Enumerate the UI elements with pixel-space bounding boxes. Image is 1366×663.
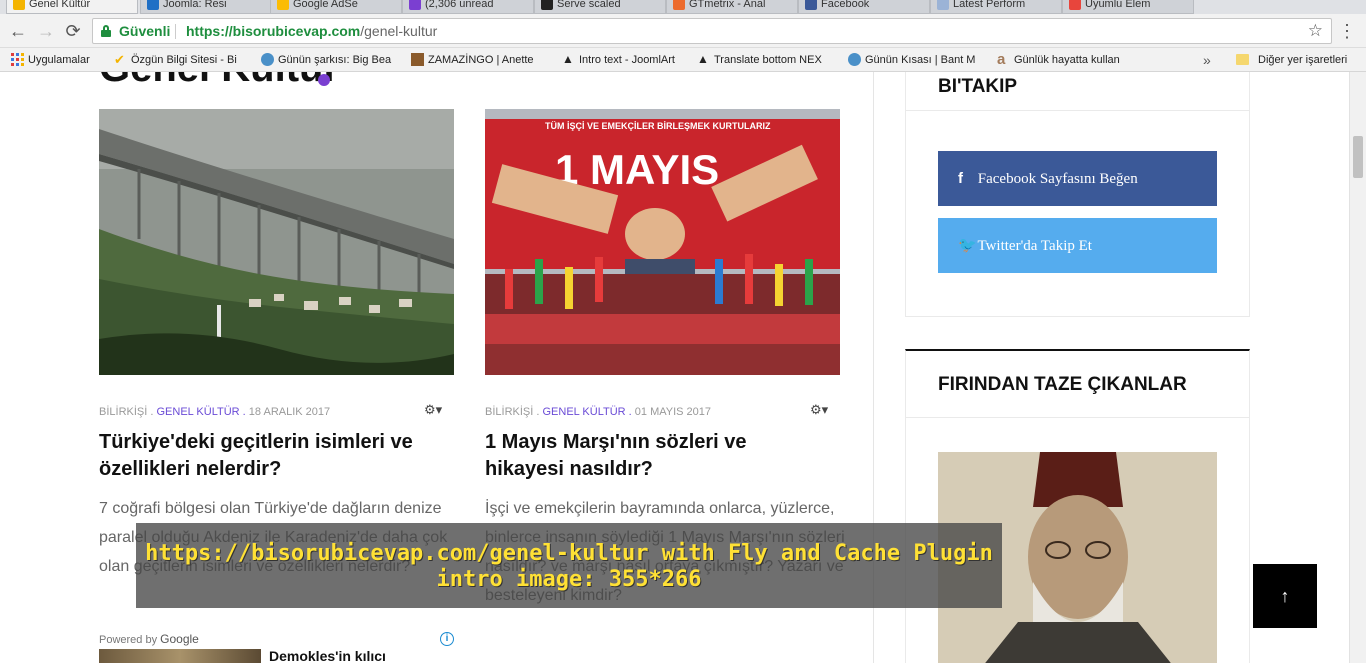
bookmark-ozgun-bilgi[interactable]: ✔ Özgün Bilgi Sitesi - Bi [114,48,246,72]
article-meta: BİLİRKİŞİ . GENEL KÜLTÜR . 01 MAYIS 2017 [485,406,711,418]
title-dot-decoration [318,74,330,86]
follow-widget-title: BI'TAKIP [906,72,1249,111]
bookmark-star-icon[interactable]: ☆ [1308,19,1323,43]
article-options-gear-icon[interactable]: ⚙▾ [424,402,442,418]
tab-serve-scaled[interactable]: Serve scaled [534,0,666,14]
fresh-posts-widget: FIRINDAN TAZE ÇIKANLAR [905,349,1250,663]
bant-mag-icon [848,53,861,66]
ad-info-icon[interactable]: i [440,632,454,646]
fresh-posts-title: FIRINDAN TAZE ÇIKANLAR [906,351,1249,418]
tab-uyumlu[interactable]: Uyumlu Elem [1062,0,1194,14]
secure-label: Güvenli [119,23,171,39]
article-author[interactable]: BİLİRKİŞİ . [485,406,539,418]
ad-title[interactable]: Demokles'in kılıcı [269,648,386,663]
x-icon [541,0,553,10]
article-options-gear-icon[interactable]: ⚙▾ [810,402,828,418]
tab-facebook[interactable]: Facebook [798,0,930,14]
gtmetrix-icon [673,0,685,10]
article-date: 18 ARALIK 2017 [248,406,331,418]
forward-arrow-icon[interactable]: → [35,20,57,42]
apps-grid-icon [11,53,24,66]
twitter-follow-button[interactable]: 🐦 Twitter'da Takip Et [938,218,1217,273]
address-bar[interactable]: Güvenli https://bisorubicevap.com/genel-… [92,18,1332,44]
bant-mag-icon [261,53,274,66]
page-viewport: Genel Kültür [0,72,1366,663]
powered-by-google: Powered by Google [99,632,199,646]
bookmark-translate-bottom[interactable]: ▲ Translate bottom NEX [697,48,834,72]
url-text[interactable]: https://bisorubicevap.com/genel-kultur [186,19,437,43]
overlay-line-2: intro image: 355*266 [436,567,702,592]
facebook-icon [805,0,817,10]
article-category[interactable]: GENEL KÜLTÜR . [542,406,631,418]
article-title[interactable]: 1 Mayıs Marşı'nın sözleri ve hikayesi na… [485,429,830,483]
joomlart-icon: ▲ [697,52,709,66]
bookmarks-overflow-chevron-icon[interactable]: » [1203,48,1211,72]
omnibox-separator [175,24,176,39]
checkmark-icon: ✔ [114,52,125,67]
article-image-viaduct[interactable] [99,109,454,375]
browser-toolbar: ← → ⟳ Güvenli https://bisorubicevap.com/… [0,14,1366,48]
joomlart-icon: ▲ [562,52,574,66]
bookmark-joomlart[interactable]: ▲ Intro text - JoomlArt [562,48,688,72]
overlay-line-1: https://bisorubicevap.com/genel-kultur w… [145,541,993,566]
article-category[interactable]: GENEL KÜLTÜR . [156,406,245,418]
google-icon [1069,0,1081,10]
twitter-bird-icon: 🐦 [958,237,977,254]
plugin-info-overlay: https://bisorubicevap.com/genel-kultur w… [136,523,1002,608]
zamazingo-icon [411,53,424,66]
bookmark-gunun-sarkisi[interactable]: Günün şarkısı: Big Bea [261,48,398,72]
tab-genel-kultur[interactable]: Genel Kültür [6,0,138,14]
bookmark-apps[interactable]: Uygulamalar [11,48,101,72]
tab-strip: Genel Kültür Joomla: Resi Google AdSe (2… [0,0,1366,14]
ad-thumbnail[interactable] [99,649,261,663]
joomla-icon [147,0,159,10]
tab-gtmetrix[interactable]: GTmetrix - Anal [666,0,798,14]
facebook-icon: f [958,170,963,187]
tab-mail[interactable]: (2,306 unread [402,0,534,14]
tab-adsense[interactable]: Google AdSe [270,0,402,14]
page-title: Genel Kültür [99,72,339,91]
follow-widget: BI'TAKIP f Facebook Sayfasını Beğen 🐦 Tw… [905,72,1250,317]
back-to-top-button[interactable]: ↑ [1253,564,1317,628]
article-title[interactable]: Türkiye'deki geçitlerin isimleri ve özel… [99,429,444,483]
lock-icon [101,25,111,37]
article-meta: BİLİRKİŞİ . GENEL KÜLTÜR . 18 ARALIK 201… [99,406,330,418]
bookmark-zamazingo[interactable]: ZAMAZİNGO | Anette [411,48,549,72]
page-scrollbar[interactable] [1349,72,1366,663]
bookmarks-bar: Uygulamalar ✔ Özgün Bilgi Sitesi - Bi Gün… [0,48,1366,72]
tab-joomla[interactable]: Joomla: Resi [140,0,272,14]
bookmark-gunun-kisasi[interactable]: Günün Kısası | Bant M [848,48,984,72]
mail-icon [409,0,421,10]
back-arrow-icon[interactable]: ← [7,20,29,42]
adsense-icon [277,0,289,10]
reload-icon[interactable]: ⟳ [62,20,84,42]
article-author[interactable]: BİLİRKİŞİ . [99,406,153,418]
facebook-like-button[interactable]: f Facebook Sayfasını Beğen [938,151,1217,206]
bookmark-gunluk-hayatta[interactable]: a Günlük hayatta kullan [997,48,1135,72]
tab-latest-performance[interactable]: Latest Perform [930,0,1062,14]
image-banner-top-text: TÜM İŞÇİ VE EMEKÇİLER BİRLEŞMEK KURTULAR… [545,121,771,131]
article-image-may-day[interactable]: TÜM İŞÇİ VE EMEKÇİLER BİRLEŞMEK KURTULAR… [485,109,840,375]
performance-icon [937,0,949,10]
letter-a-icon: a [997,51,1006,68]
scrollbar-thumb[interactable] [1353,136,1363,178]
article-date: 01 MAYIS 2017 [634,406,712,418]
folder-icon [1236,54,1249,65]
browser-menu-icon[interactable]: ⋮ [1338,20,1356,42]
site-favicon-icon [13,0,25,10]
other-bookmarks[interactable]: Diğer yer işaretleri [1258,48,1347,72]
